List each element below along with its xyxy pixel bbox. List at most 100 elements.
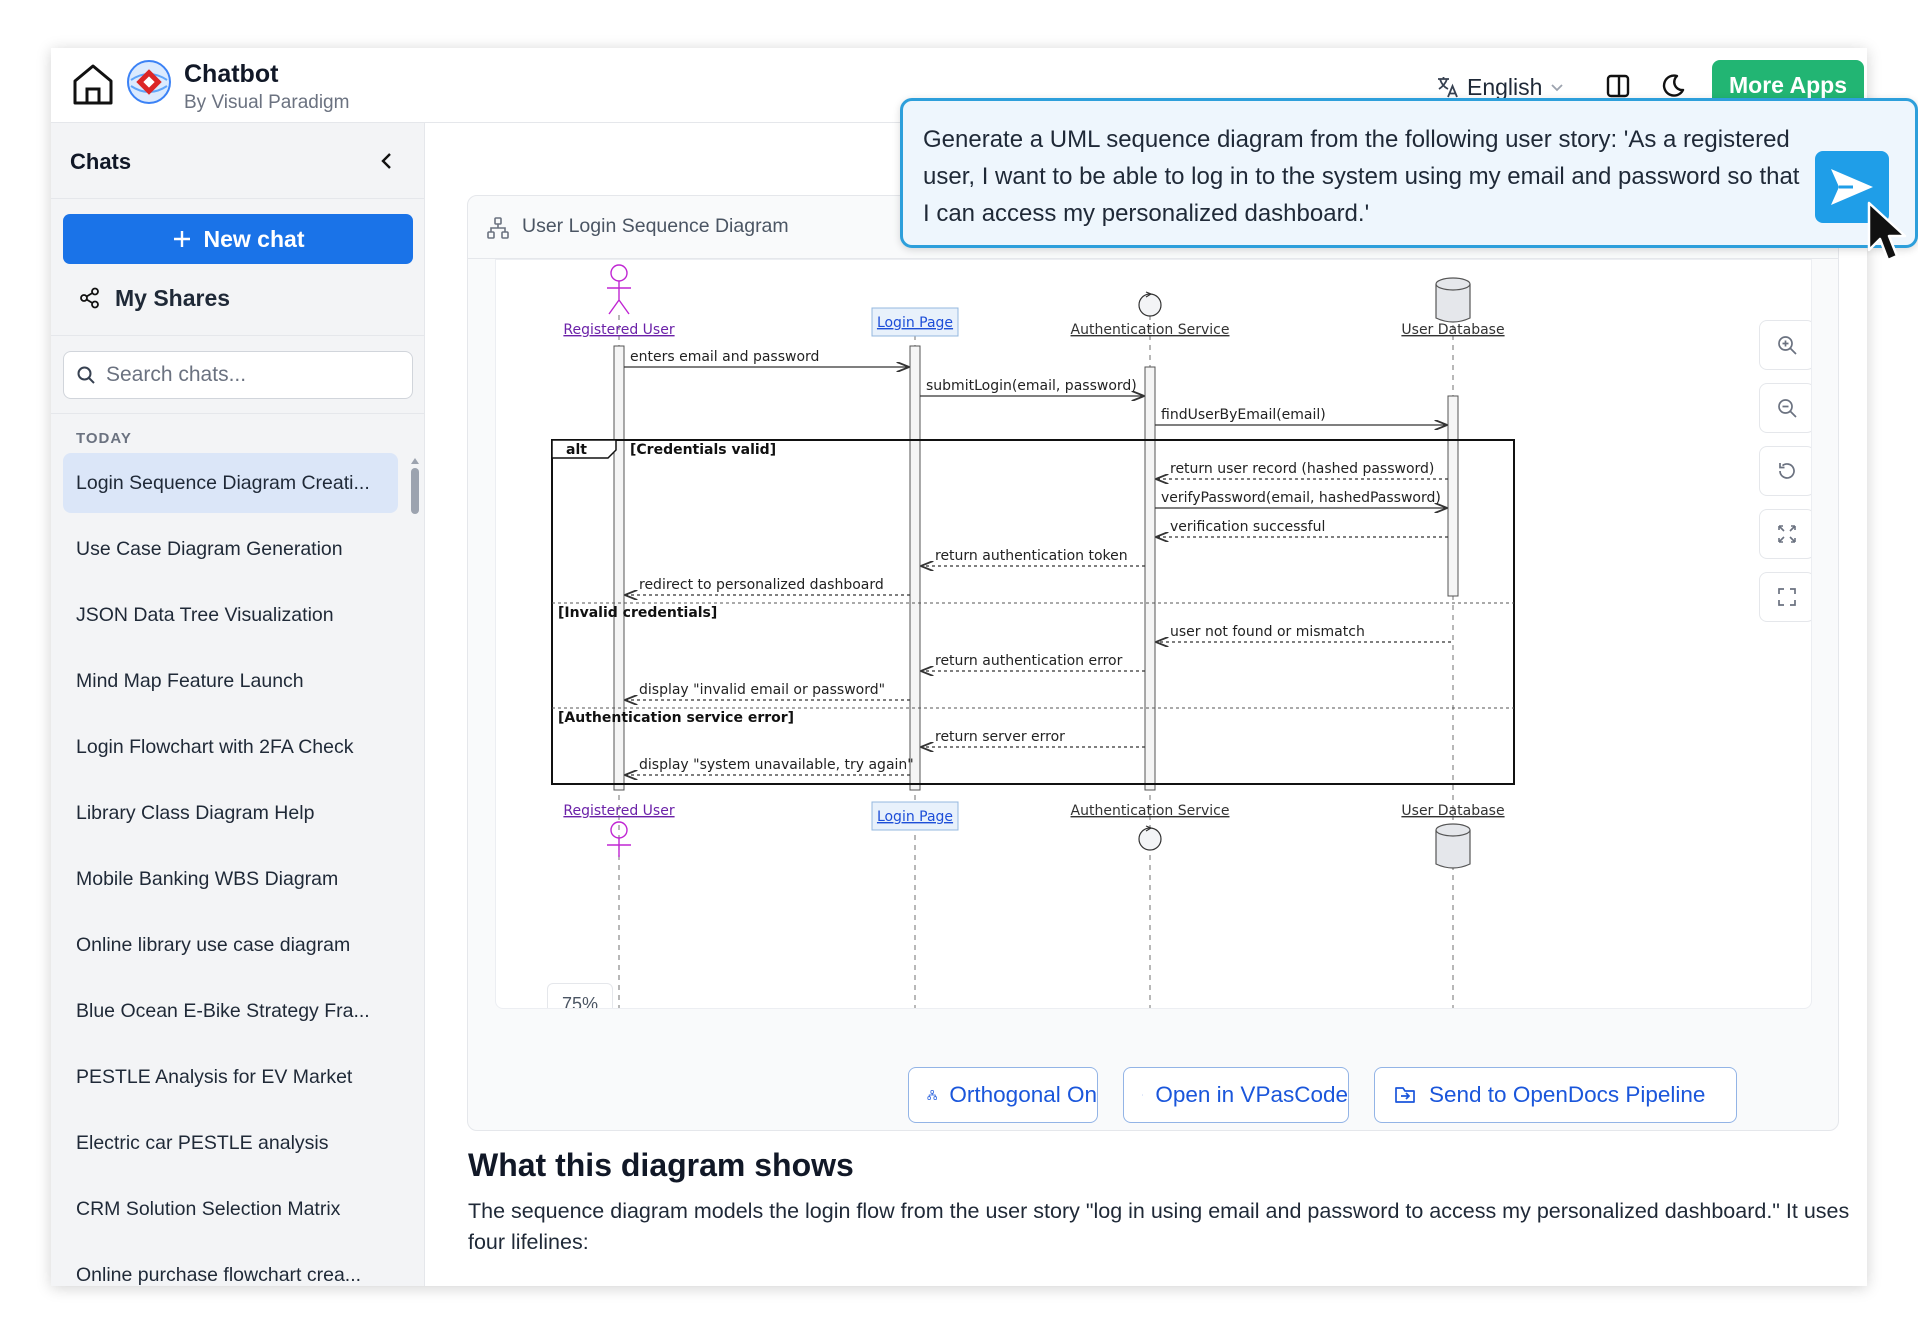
activation-bar xyxy=(1447,395,1459,597)
reset-view-button[interactable] xyxy=(1759,446,1811,496)
diagram-icon xyxy=(927,1090,937,1100)
scroll-thumb[interactable] xyxy=(411,468,419,514)
svg-text:return authentication error: return authentication error xyxy=(935,653,1123,669)
orthogonal-toggle-button[interactable]: Orthogonal On xyxy=(908,1067,1098,1123)
actor-head-top xyxy=(607,264,631,315)
message: redirect to personalized dashboard xyxy=(626,577,910,595)
zoom-level: 75% xyxy=(547,983,613,1008)
today-section-label: TODAY xyxy=(76,430,132,447)
message: return authentication error xyxy=(922,653,1145,671)
external-link-icon xyxy=(1142,1094,1144,1096)
zoom-in-button[interactable] xyxy=(1759,320,1811,370)
toggle-panel-icon[interactable] xyxy=(1604,72,1632,100)
prompt-input-box[interactable]: Generate a UML sequence diagram from the… xyxy=(900,98,1918,248)
chat-history-item[interactable]: Online library use case diagram xyxy=(63,915,398,975)
svg-text:verification successful: verification successful xyxy=(1170,519,1325,535)
zoom-out-button[interactable] xyxy=(1759,383,1811,433)
fullscreen-icon xyxy=(1778,588,1796,606)
send-to-opendocs-button[interactable]: Send to OpenDocs Pipeline xyxy=(1374,1067,1737,1123)
message: display "system unavailable, try again" xyxy=(626,757,914,775)
chats-header: Chats xyxy=(51,123,424,199)
svg-text:findUserByEmail(email): findUserByEmail(email) xyxy=(1161,407,1326,423)
message: return authentication token xyxy=(922,548,1145,566)
chat-history-item[interactable]: Login Sequence Diagram Creati... xyxy=(63,453,398,513)
send-to-pipeline-icon xyxy=(1395,1087,1415,1103)
explanation-heading: What this diagram shows xyxy=(468,1147,854,1183)
message: user not found or mismatch xyxy=(1157,624,1451,642)
guard-label: [Credentials valid] xyxy=(630,442,776,458)
lifeline-label-top: Registered User xyxy=(563,322,674,338)
svg-text:user not found or mismatch: user not found or mismatch xyxy=(1170,624,1365,640)
control-icon-top xyxy=(1138,291,1162,317)
share-icon xyxy=(80,287,99,309)
message: return server error xyxy=(922,729,1145,747)
lifeline-label-bottom: Authentication Service xyxy=(1071,803,1230,819)
lifeline-label-top: Login Page xyxy=(877,315,953,331)
chat-history-item[interactable]: Mind Map Feature Launch xyxy=(63,651,398,711)
collapse-sidebar-icon[interactable] xyxy=(373,147,401,175)
message: verification successful xyxy=(1157,519,1448,537)
activation-bar xyxy=(1144,366,1156,791)
prompt-text[interactable]: Generate a UML sequence diagram from the… xyxy=(923,121,1803,232)
svg-text:return server error: return server error xyxy=(935,729,1065,745)
orthogonal-label: Orthogonal On xyxy=(949,1082,1097,1107)
message: display "invalid email or password" xyxy=(626,682,910,700)
svg-text:display "system unavailable, t: display "system unavailable, try again" xyxy=(639,757,914,773)
chat-history-item[interactable]: PESTLE Analysis for EV Market xyxy=(63,1047,398,1107)
chat-history-item[interactable]: Use Case Diagram Generation xyxy=(63,519,398,579)
message: verifyPassword(email, hashedPassword) xyxy=(1155,490,1446,508)
app-subtitle: By Visual Paradigm xyxy=(184,92,350,113)
search-chats-input[interactable] xyxy=(106,363,386,387)
fit-view-button[interactable] xyxy=(1759,509,1811,559)
sequence-diagram: Registered User Login Page Authenticatio… xyxy=(551,264,1515,1008)
lifeline-label-bottom: Login Page xyxy=(877,809,953,825)
chat-history-item[interactable]: Login Flowchart with 2FA Check xyxy=(63,717,398,777)
scroll-up-arrow[interactable] xyxy=(411,458,419,464)
open-vpascode-label: Open in VPasCode xyxy=(1155,1082,1348,1107)
control-icon-bottom xyxy=(1138,825,1162,851)
diagram-icon xyxy=(487,217,509,239)
new-chat-button[interactable]: New chat xyxy=(63,214,413,264)
new-chat-label: New chat xyxy=(203,225,305,252)
guard-label: [Authentication service error] xyxy=(558,710,794,726)
app-title: Chatbot xyxy=(184,60,279,88)
database-icon-bottom xyxy=(1435,823,1471,869)
message: enters email and password xyxy=(624,349,908,367)
chat-history-item[interactable]: Library Class Diagram Help xyxy=(63,783,398,843)
diagram-canvas[interactable]: Registered User Login Page Authenticatio… xyxy=(495,259,1812,1009)
lifeline-label-bottom: User Database xyxy=(1401,803,1504,819)
chat-history-item[interactable]: JSON Data Tree Visualization xyxy=(63,585,398,645)
explanation-paragraph: The sequence diagram models the login fl… xyxy=(468,1199,1850,1254)
sidebar-scrollbar[interactable] xyxy=(411,458,420,1278)
zoom-in-icon xyxy=(1778,336,1797,355)
zoom-toolbar xyxy=(1759,320,1811,635)
fullscreen-button[interactable] xyxy=(1759,572,1811,622)
chat-history-item[interactable]: Blue Ocean E-Bike Strategy Fra... xyxy=(63,981,398,1041)
open-in-vpascode-button[interactable]: Open in VPasCode xyxy=(1123,1067,1349,1123)
svg-text:display "invalid email or pass: display "invalid email or password" xyxy=(639,682,885,698)
search-icon xyxy=(77,366,95,384)
chat-history-item[interactable]: Mobile Banking WBS Diagram xyxy=(63,849,398,909)
chats-title: Chats xyxy=(70,149,132,174)
alt-operator-label: alt xyxy=(566,442,587,458)
chat-history-item[interactable]: CRM Solution Selection Matrix xyxy=(63,1179,398,1239)
message: submitLogin(email, password) xyxy=(920,378,1143,396)
reset-icon xyxy=(1779,463,1795,479)
sidebar-divider xyxy=(51,335,424,336)
my-shares-link[interactable]: My Shares xyxy=(79,278,230,318)
my-shares-label: My Shares xyxy=(115,284,231,311)
diagram-card: User Login Sequence Diagram Registered U… xyxy=(467,195,1839,1131)
message: return user record (hashed password) xyxy=(1157,461,1448,479)
svg-text:enters email and password: enters email and password xyxy=(630,349,819,365)
search-chats-box xyxy=(63,351,413,399)
visual-paradigm-logo xyxy=(127,60,171,104)
home-icon[interactable] xyxy=(71,61,115,107)
guard-label: [Invalid credentials] xyxy=(558,605,717,621)
dark-mode-icon[interactable] xyxy=(1659,72,1687,100)
chat-history-item[interactable]: Electric car PESTLE analysis xyxy=(63,1113,398,1173)
translate-icon xyxy=(1438,77,1458,98)
svg-text:verifyPassword(email, hashedPa: verifyPassword(email, hashedPassword) xyxy=(1161,490,1441,506)
lifeline-label-bottom: Registered User xyxy=(563,803,674,819)
activation-bar xyxy=(909,345,921,791)
chat-history-item[interactable]: Online purchase flowchart crea... xyxy=(63,1245,398,1286)
